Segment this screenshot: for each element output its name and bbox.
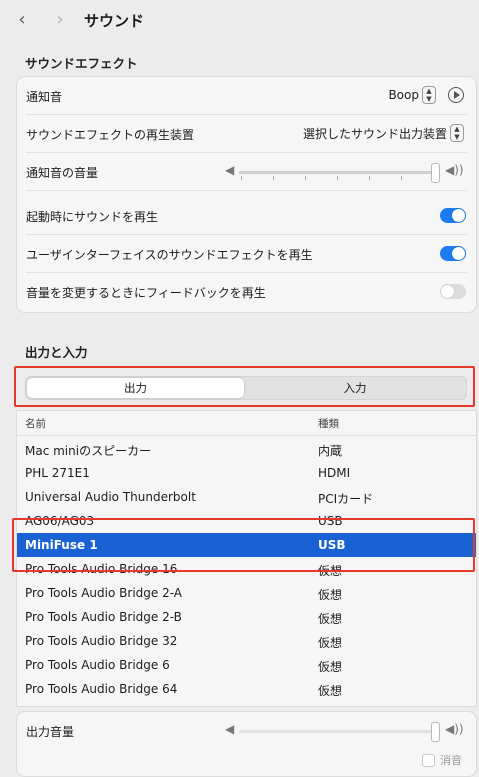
device-name: Pro Tools Audio Bridge 2-B	[25, 610, 182, 624]
effects-output-device-label: サウンドエフェクトの再生装置	[26, 128, 195, 142]
startup-sound-label: 起動時にサウンドを再生	[26, 210, 159, 224]
output-volume-label: 出力音量	[26, 725, 75, 739]
startup-sound-toggle[interactable]	[440, 208, 466, 223]
effects-output-device-value: 選択したサウンド出力装置	[302, 126, 447, 141]
io-section-title: 出力と入力	[25, 345, 88, 360]
slider-tick	[241, 176, 242, 180]
slider-tick	[369, 176, 370, 180]
table-row[interactable]: Pro Tools Audio Bridge 64 仮想	[17, 677, 476, 701]
io-segmented-control: 出力 入力	[25, 376, 467, 400]
ui-effects-row: ユーザインターフェイスのサウンドエフェクトを再生	[17, 235, 476, 273]
mute-label: 消音	[440, 754, 462, 767]
table-row[interactable]: Universal Audio Thunderbolt PCIカード	[17, 485, 476, 509]
device-name: Pro Tools Audio Bridge 64	[25, 682, 178, 696]
ui-effects-label: ユーザインターフェイスのサウンドエフェクトを再生	[26, 248, 313, 262]
device-name: Pro Tools Audio Bridge 6	[25, 658, 170, 672]
divider	[26, 190, 467, 191]
column-header-name[interactable]: 名前	[25, 416, 46, 431]
slider-tick	[337, 176, 338, 180]
output-volume-slider[interactable]	[239, 722, 440, 742]
back-button[interactable]: ‹	[12, 9, 32, 31]
table-row[interactable]: Pro Tools Audio Bridge 16 仮想	[17, 557, 476, 581]
speaker-high-icon: ◀))	[445, 722, 464, 736]
table-row[interactable]: Pro Tools Audio Bridge 2-B 仮想	[17, 605, 476, 629]
device-name: Pro Tools Audio Bridge 16	[25, 562, 178, 576]
up-down-arrows-icon: ▲ ▼	[422, 86, 436, 104]
volume-feedback-label: 音量を変更するときにフィードバックを再生	[26, 286, 266, 300]
slider-tick	[273, 176, 274, 180]
table-row[interactable]: PHL 271E1 HDMI	[17, 461, 476, 485]
device-name: PHL 271E1	[25, 466, 90, 480]
mute-checkbox[interactable]	[422, 754, 435, 767]
startup-sound-row: 起動時にサウンドを再生	[17, 197, 476, 235]
table-row[interactable]: Mac miniのスピーカー 内蔵	[17, 437, 476, 461]
speaker-high-icon: ◀))	[445, 163, 464, 177]
effects-output-device-popup[interactable]: 選択したサウンド出力装置 ▲ ▼	[303, 124, 464, 142]
table-row[interactable]: AG06/AG03 USB	[17, 509, 476, 533]
device-name: Universal Audio Thunderbolt	[25, 490, 196, 504]
ui-effects-toggle[interactable]	[440, 246, 466, 261]
device-type: USB	[318, 538, 346, 552]
device-type: 仮想	[318, 588, 343, 602]
output-volume-card: 出力音量 ◀ ◀)) 消音	[16, 711, 477, 777]
device-name: MiniFuse 1	[25, 538, 98, 552]
toggle-knob	[441, 285, 454, 298]
effects-output-device-row: サウンドエフェクトの再生装置 選択したサウンド出力装置 ▲ ▼	[17, 115, 476, 153]
device-table: 名前 種類 Mac miniのスピーカー 内蔵 PHL 271E1 HDMI Uni…	[16, 410, 477, 707]
device-type: PCIカード	[318, 492, 374, 506]
alert-sound-row: 通知音 Boop ▲ ▼	[17, 77, 476, 115]
device-type: HDMI	[318, 466, 351, 480]
slider-track	[239, 171, 439, 174]
device-type: 仮想	[318, 660, 343, 674]
alert-volume-label: 通知音の音量	[26, 166, 99, 180]
play-sound-button[interactable]	[448, 87, 464, 103]
forward-button[interactable]: ›	[50, 9, 70, 31]
tab-output[interactable]: 出力	[27, 378, 244, 398]
speaker-low-icon: ◀	[225, 163, 235, 177]
speaker-low-icon: ◀	[225, 722, 235, 736]
slider-track	[239, 730, 439, 733]
alert-sound-label: 通知音	[26, 90, 63, 104]
slider-tick	[401, 176, 402, 180]
tab-input[interactable]: 入力	[246, 377, 464, 399]
device-name: Pro Tools Audio Bridge 32	[25, 634, 178, 648]
toggle-knob	[452, 209, 465, 222]
device-name: Mac miniのスピーカー	[25, 444, 152, 458]
alert-volume-row: 通知音の音量 ◀ ◀))	[17, 153, 476, 191]
device-type: 仮想	[318, 612, 343, 626]
device-name: Pro Tools Audio Bridge 2-A	[25, 586, 182, 600]
column-header-type[interactable]: 種類	[318, 416, 339, 431]
toggle-knob	[452, 247, 465, 260]
slider-thumb[interactable]	[431, 163, 440, 183]
device-type: 内蔵	[318, 444, 343, 458]
sound-effects-section-title: サウンドエフェクト	[25, 56, 138, 71]
alert-sound-value: Boop	[388, 88, 419, 102]
volume-feedback-row: 音量を変更するときにフィードバックを再生	[17, 273, 476, 311]
chevron-right-icon: ›	[56, 9, 64, 30]
device-type: 仮想	[318, 636, 343, 650]
table-row[interactable]: Pro Tools Audio Bridge 6 仮想	[17, 653, 476, 677]
alert-volume-slider[interactable]	[239, 163, 440, 183]
slider-tick	[305, 176, 306, 180]
device-name: AG06/AG03	[25, 514, 95, 528]
table-row-selected[interactable]: MiniFuse 1 USB	[17, 533, 476, 557]
up-down-arrows-icon: ▲ ▼	[450, 124, 464, 142]
device-type: USB	[318, 514, 343, 528]
device-type: 仮想	[318, 564, 343, 578]
device-type: 仮想	[318, 684, 343, 698]
table-row[interactable]: Pro Tools Audio Bridge 2-A 仮想	[17, 581, 476, 605]
table-header: 名前 種類	[17, 411, 476, 436]
volume-feedback-toggle[interactable]	[440, 284, 466, 299]
toolbar: ‹ › サウンド	[0, 0, 479, 40]
page-title: サウンド	[84, 12, 145, 30]
slider-thumb[interactable]	[431, 722, 440, 742]
chevron-left-icon: ‹	[18, 9, 26, 30]
sound-effects-card: 通知音 Boop ▲ ▼ サウンドエフェクトの再生装置 選択したサウンド出力装置 …	[16, 76, 477, 313]
table-row[interactable]: Pro Tools Audio Bridge 32 仮想	[17, 629, 476, 653]
alert-sound-popup[interactable]: Boop ▲ ▼	[388, 86, 436, 104]
